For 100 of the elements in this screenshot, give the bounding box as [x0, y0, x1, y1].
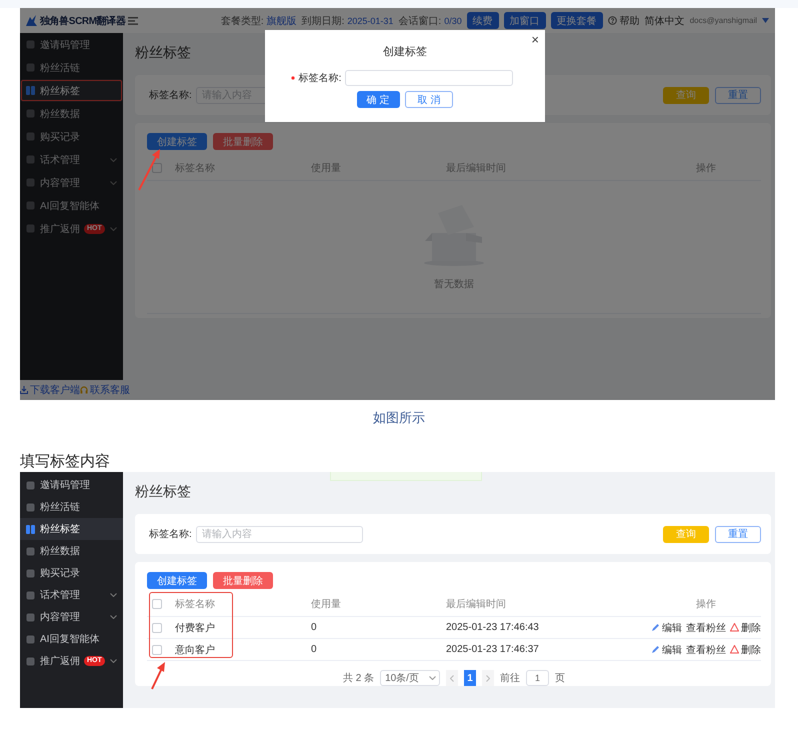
header-button[interactable]: 加窗口	[504, 12, 546, 29]
column-header: 最后编辑时间	[446, 163, 506, 174]
sidebar-item[interactable]: 购买记录	[20, 562, 123, 584]
menu-label: 话术管理	[40, 154, 80, 166]
help-link[interactable]: 帮助	[620, 14, 640, 28]
page-title: 粉丝标签	[135, 482, 191, 501]
menu-icon	[128, 16, 138, 24]
toolbar-button[interactable]: 创建标签	[147, 572, 207, 589]
footer-link[interactable]: 下载客户端	[30, 383, 80, 397]
sidebar-item[interactable]: 话术管理	[20, 584, 123, 606]
table-cell: 0	[311, 622, 317, 633]
menu-label: 购买记录	[40, 568, 80, 579]
empty-text: 暂无数据	[434, 278, 474, 291]
total-count: 共 2 条	[342, 672, 374, 685]
column-header: 最后编辑时间	[446, 599, 506, 610]
filter-button[interactable]: 重置	[715, 86, 761, 104]
menu-label: 粉丝数据	[40, 108, 80, 120]
page-input[interactable]: 1	[526, 670, 550, 686]
menu-label: 推广返佣	[40, 222, 80, 236]
jump-suffix: 页	[555, 672, 566, 685]
placeholder-text: 请输入内容	[202, 528, 252, 541]
menu-label: 粉丝标签	[40, 86, 80, 96]
sidebar-item[interactable]: 粉丝活链	[20, 56, 123, 79]
name-field[interactable]	[345, 70, 514, 86]
menu-label: 内容管理	[40, 178, 80, 188]
language-selector[interactable]: 简体中文	[644, 14, 685, 28]
pen-icon	[651, 623, 660, 632]
sidebar-item[interactable]: 购买记录	[20, 125, 123, 148]
help-icon	[608, 16, 617, 25]
warning-icon	[730, 623, 739, 632]
close-button[interactable]: ×	[531, 32, 539, 47]
page-button[interactable]: 1	[464, 670, 476, 686]
warning-icon	[730, 645, 739, 654]
sidebar-item[interactable]: 内容管理	[20, 606, 123, 628]
checkbox[interactable]	[152, 622, 162, 632]
sidebar-item[interactable]: 粉丝数据	[20, 102, 123, 125]
menu-label: 内容管理	[40, 612, 80, 623]
field-label: 标签名称:	[149, 88, 192, 102]
action-link[interactable]: 删除	[741, 620, 761, 634]
action-link[interactable]: 查看粉丝	[686, 642, 726, 656]
header-button[interactable]: 续费	[466, 12, 499, 29]
sidebar-item[interactable]: 邀请码管理	[20, 33, 123, 56]
menu-label: 粉丝活链	[40, 502, 80, 513]
info-label: 会话窗口:	[398, 14, 442, 28]
sidebar-item[interactable]: 粉丝活链	[20, 496, 123, 518]
menu-label: 粉丝数据	[40, 546, 80, 557]
filter-button[interactable]: 重置	[715, 526, 761, 542]
column-header: 使用量	[311, 163, 341, 174]
info-label: 套餐类型:	[220, 14, 264, 28]
column-header: 操作	[696, 598, 716, 611]
user-email[interactable]: docs@yanshigmail	[690, 16, 757, 25]
chevron-right-icon	[486, 674, 490, 682]
sidebar-item[interactable]: AI回复智能体	[20, 194, 123, 217]
action-link[interactable]: 查看粉丝	[686, 620, 726, 634]
page-size-select[interactable]: 10条/页	[380, 670, 440, 686]
checkbox[interactable]	[152, 644, 162, 654]
annotation-arrow	[138, 149, 160, 191]
info-value: 0/30	[444, 16, 462, 26]
sidebar-item[interactable]: 邀请码管理	[20, 474, 123, 496]
dialog-title: 创建标签	[383, 45, 427, 59]
footer-link[interactable]: 联系客服	[90, 383, 130, 397]
dialog-button[interactable]: 取 消	[404, 91, 454, 108]
checkbox[interactable]	[152, 599, 162, 609]
header-button[interactable]: 更换套餐	[550, 12, 603, 29]
action-link[interactable]: 编辑	[662, 620, 682, 634]
table-cell: 2025-01-23 17:46:43	[446, 622, 539, 633]
logo-text: 独角兽SCRM翻译器	[40, 14, 126, 28]
headset-icon	[80, 386, 88, 394]
checkbox[interactable]	[152, 163, 162, 173]
toolbar-button[interactable]: 批量删除	[213, 133, 273, 150]
sidebar-item[interactable]: AI回复智能体	[20, 628, 123, 650]
info-label: 到期日期:	[302, 14, 344, 28]
action-link[interactable]: 删除	[741, 642, 761, 656]
action-link[interactable]: 编辑	[662, 642, 682, 656]
chevron-left-icon	[450, 674, 454, 682]
jump-label: 前往	[500, 672, 520, 685]
sidebar-item[interactable]: 话术管理	[20, 148, 123, 171]
sidebar-item[interactable]: 内容管理	[20, 171, 123, 194]
field-label: 标签名称:	[149, 528, 192, 541]
table-cell: 0	[311, 644, 317, 655]
next-page-button[interactable]	[482, 670, 494, 686]
menu-label: 话术管理	[40, 590, 80, 601]
sidebar-item[interactable]: 粉丝数据	[20, 540, 123, 562]
menu-label: 推广返佣	[40, 654, 80, 668]
caret-down-icon	[762, 18, 769, 23]
menu-label: AI回复智能体	[40, 634, 100, 645]
toolbar-button[interactable]: 批量删除	[213, 572, 273, 589]
table-cell: 付费客户	[175, 622, 215, 634]
search-field[interactable]: 请输入内容	[196, 526, 363, 542]
sidebar-item[interactable]: 粉丝标签	[20, 79, 123, 102]
menu-label: 邀请码管理	[40, 40, 90, 50]
download-icon	[20, 386, 28, 394]
figure-caption: 如图所示	[373, 409, 425, 427]
column-header: 使用量	[311, 599, 341, 610]
menu-label: 粉丝活链	[40, 62, 80, 74]
toolbar-button[interactable]: 创建标签	[147, 133, 207, 150]
table-cell: 意向客户	[175, 644, 215, 656]
prev-page-button[interactable]	[446, 670, 458, 686]
dialog-button[interactable]: 确 定	[356, 91, 400, 108]
sidebar-item[interactable]: 粉丝标签	[20, 518, 123, 540]
